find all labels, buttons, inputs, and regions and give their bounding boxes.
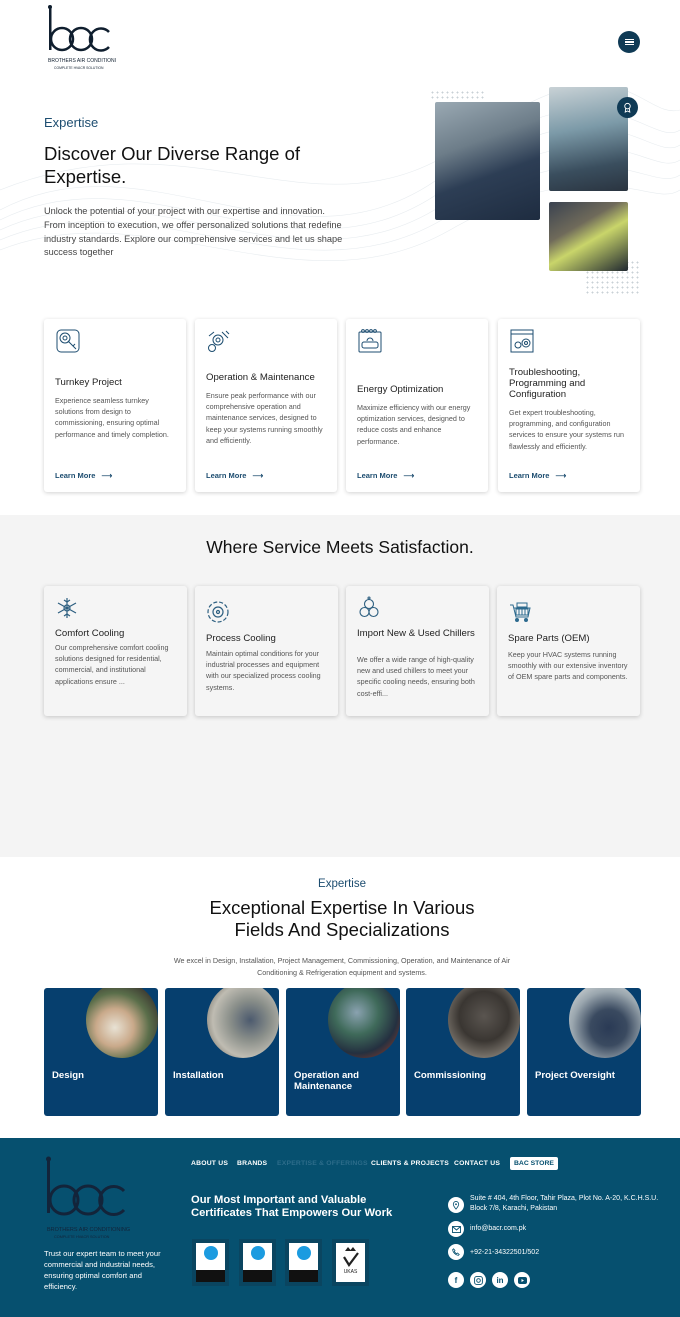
service-card-energy-optimization[interactable]: Energy Optimization Maximize efficiency … — [346, 319, 488, 492]
solution-text: Our comprehensive comfort cooling soluti… — [55, 643, 169, 686]
service-card-troubleshooting[interactable]: Troubleshooting, Programming and Configu… — [498, 319, 640, 492]
hero-photo-chiller-plant — [549, 87, 628, 191]
expertise-tile-design[interactable]: Design — [44, 988, 158, 1116]
gears-wrench-icon — [208, 330, 230, 352]
expertise-tile-project-oversight[interactable]: Project Oversight — [527, 988, 641, 1116]
expertise-kicker: Expertise — [318, 878, 366, 890]
tile-label: Operation and Maintenance — [294, 1070, 360, 1092]
service-text: Maximize efficiency with our energy opti… — [357, 403, 471, 446]
service-card-operation-maintenance[interactable]: Operation & Maintenance Ensure peak perf… — [195, 319, 337, 492]
hero-title: Discover Our Diverse Range of Expertise. — [44, 143, 301, 187]
tile-photo — [328, 988, 400, 1058]
parts-cart-icon — [510, 602, 531, 622]
footer-logo[interactable]: BROTHERS AIR CONDITIONING COMPLETE HVACR… — [44, 1155, 130, 1245]
solution-card-comfort-cooling[interactable]: Comfort Cooling Our comprehensive comfor… — [44, 586, 187, 716]
linkedin-icon[interactable]: in — [492, 1272, 508, 1288]
service-title: Troubleshooting, Programming and Configu… — [509, 367, 586, 401]
dot-pattern — [430, 90, 485, 100]
instagram-icon[interactable] — [470, 1272, 486, 1288]
solution-title: Process Cooling — [206, 633, 276, 644]
section-title: Where Service Meets Satisfaction. — [206, 537, 474, 557]
footer-nav-expertise[interactable]: EXPERTISE & OFFERINGS — [277, 1160, 368, 1167]
award-icon — [617, 97, 638, 118]
learn-more-link[interactable]: Learn More ⟶ — [357, 471, 414, 480]
fan-cycle-icon — [207, 601, 229, 623]
logo[interactable]: BROTHERS AIR CONDITIONING COMPLETE HVACR… — [46, 4, 116, 72]
solution-text: We offer a wide range of high-quality ne… — [357, 655, 475, 698]
hero-photo-electrical-panel — [549, 202, 628, 271]
chiller-circles-icon — [359, 596, 379, 618]
arrow-right-icon: ⟶ — [252, 471, 264, 480]
hero-kicker: Expertise — [44, 115, 99, 130]
certificate-ukas[interactable]: UKAS — [332, 1239, 369, 1286]
tile-photo — [86, 988, 158, 1058]
tile-label: Design — [52, 1070, 84, 1081]
tile-photo — [207, 988, 279, 1058]
ac-unit-icon — [358, 329, 382, 353]
service-card-turnkey[interactable]: Turnkey Project Experience seamless turn… — [44, 319, 186, 492]
footer-phone[interactable]: +92-21-34322501/502 — [470, 1248, 539, 1258]
footer-email[interactable]: info@bacr.com.pk — [470, 1224, 526, 1234]
svg-text:COMPLETE HVACR SOLUTION: COMPLETE HVACR SOLUTION — [54, 1235, 110, 1239]
footer-tagline: Trust our expert team to meet your comme… — [44, 1249, 161, 1291]
hamburger-icon — [624, 38, 634, 47]
youtube-icon[interactable] — [514, 1272, 530, 1288]
hero-description: Unlock the potential of your project wit… — [44, 206, 343, 258]
arrow-right-icon: ⟶ — [101, 471, 113, 480]
mail-icon — [448, 1221, 464, 1237]
arrow-right-icon: ⟶ — [403, 471, 415, 480]
certificates-title: Our Most Important and Valuable Certific… — [191, 1194, 393, 1219]
footer-nav-brands[interactable]: BRANDS — [237, 1160, 267, 1167]
svg-text:COMPLETE HVACR SOLUTION: COMPLETE HVACR SOLUTION — [54, 66, 104, 70]
learn-more-link[interactable]: Learn More ⟶ — [55, 471, 112, 480]
footer-nav-about[interactable]: ABOUT US — [191, 1160, 228, 1167]
solution-title: Import New & Used Chillers — [357, 628, 475, 639]
footer-address: Suite # 404, 4th Floor, Tahir Plaza, Plo… — [470, 1195, 659, 1212]
phone-icon — [448, 1244, 464, 1260]
key-gear-icon — [56, 329, 80, 353]
service-title: Operation & Maintenance — [206, 372, 315, 383]
solution-card-spare-parts[interactable]: Spare Parts (OEM) Keep your HVAC systems… — [497, 586, 640, 716]
service-title: Energy Optimization — [357, 384, 444, 395]
learn-more-link[interactable]: Learn More ⟶ — [206, 471, 263, 480]
expertise-tile-operation-maintenance[interactable]: Operation and Maintenance — [286, 988, 400, 1116]
solution-card-process-cooling[interactable]: Process Cooling Maintain optimal conditi… — [195, 586, 338, 716]
service-text: Experience seamless turnkey solutions fr… — [55, 396, 169, 439]
expertise-tile-installation[interactable]: Installation — [165, 988, 279, 1116]
service-text: Ensure peak performance with our compreh… — [206, 391, 323, 445]
expertise-title: Exceptional Expertise In Various Fields … — [209, 897, 475, 940]
tile-label: Commissioning — [414, 1070, 486, 1081]
solution-card-import-chillers[interactable]: Import New & Used Chillers We offer a wi… — [346, 586, 489, 716]
expertise-description: We excel in Design, Installation, Projec… — [173, 956, 511, 977]
tile-photo — [448, 988, 520, 1058]
service-title: Turnkey Project — [55, 377, 122, 388]
footer-nav-clients[interactable]: CLIENTS & PROJECTS — [371, 1160, 449, 1167]
solution-text: Keep your HVAC systems running smoothly … — [508, 650, 628, 682]
footer-nav-contact[interactable]: CONTACT US — [454, 1160, 500, 1167]
location-pin-icon — [448, 1197, 464, 1213]
hero-photo-technician-carrier — [435, 102, 540, 220]
arrow-right-icon: ⟶ — [555, 471, 567, 480]
facebook-icon[interactable]: f — [448, 1272, 464, 1288]
certificate-iso-45001[interactable] — [239, 1239, 276, 1286]
solution-title: Comfort Cooling — [55, 628, 125, 639]
bac-store-button[interactable]: BAC STORE — [510, 1157, 558, 1170]
menu-button[interactable] — [618, 31, 640, 53]
svg-text:UKAS: UKAS — [344, 1269, 358, 1275]
code-settings-icon — [510, 329, 534, 353]
snowflake-icon — [57, 598, 77, 618]
svg-text:BROTHERS AIR CONDITIONING: BROTHERS AIR CONDITIONING — [48, 58, 116, 64]
svg-text:BROTHERS AIR CONDITIONING: BROTHERS AIR CONDITIONING — [47, 1227, 130, 1233]
expertise-tile-commissioning[interactable]: Commissioning — [406, 988, 520, 1116]
solution-title: Spare Parts (OEM) — [508, 633, 590, 644]
ukas-crown-check-icon: UKAS — [343, 1247, 359, 1275]
certificate-iso-14001[interactable] — [285, 1239, 322, 1286]
tile-label: Project Oversight — [535, 1070, 615, 1081]
tile-photo — [569, 988, 641, 1058]
tile-label: Installation — [173, 1070, 224, 1081]
solution-text: Maintain optimal conditions for your ind… — [206, 649, 321, 692]
certificate-iso-9001[interactable] — [192, 1239, 229, 1286]
learn-more-link[interactable]: Learn More ⟶ — [509, 471, 566, 480]
service-text: Get expert troubleshooting, programming,… — [509, 408, 625, 451]
